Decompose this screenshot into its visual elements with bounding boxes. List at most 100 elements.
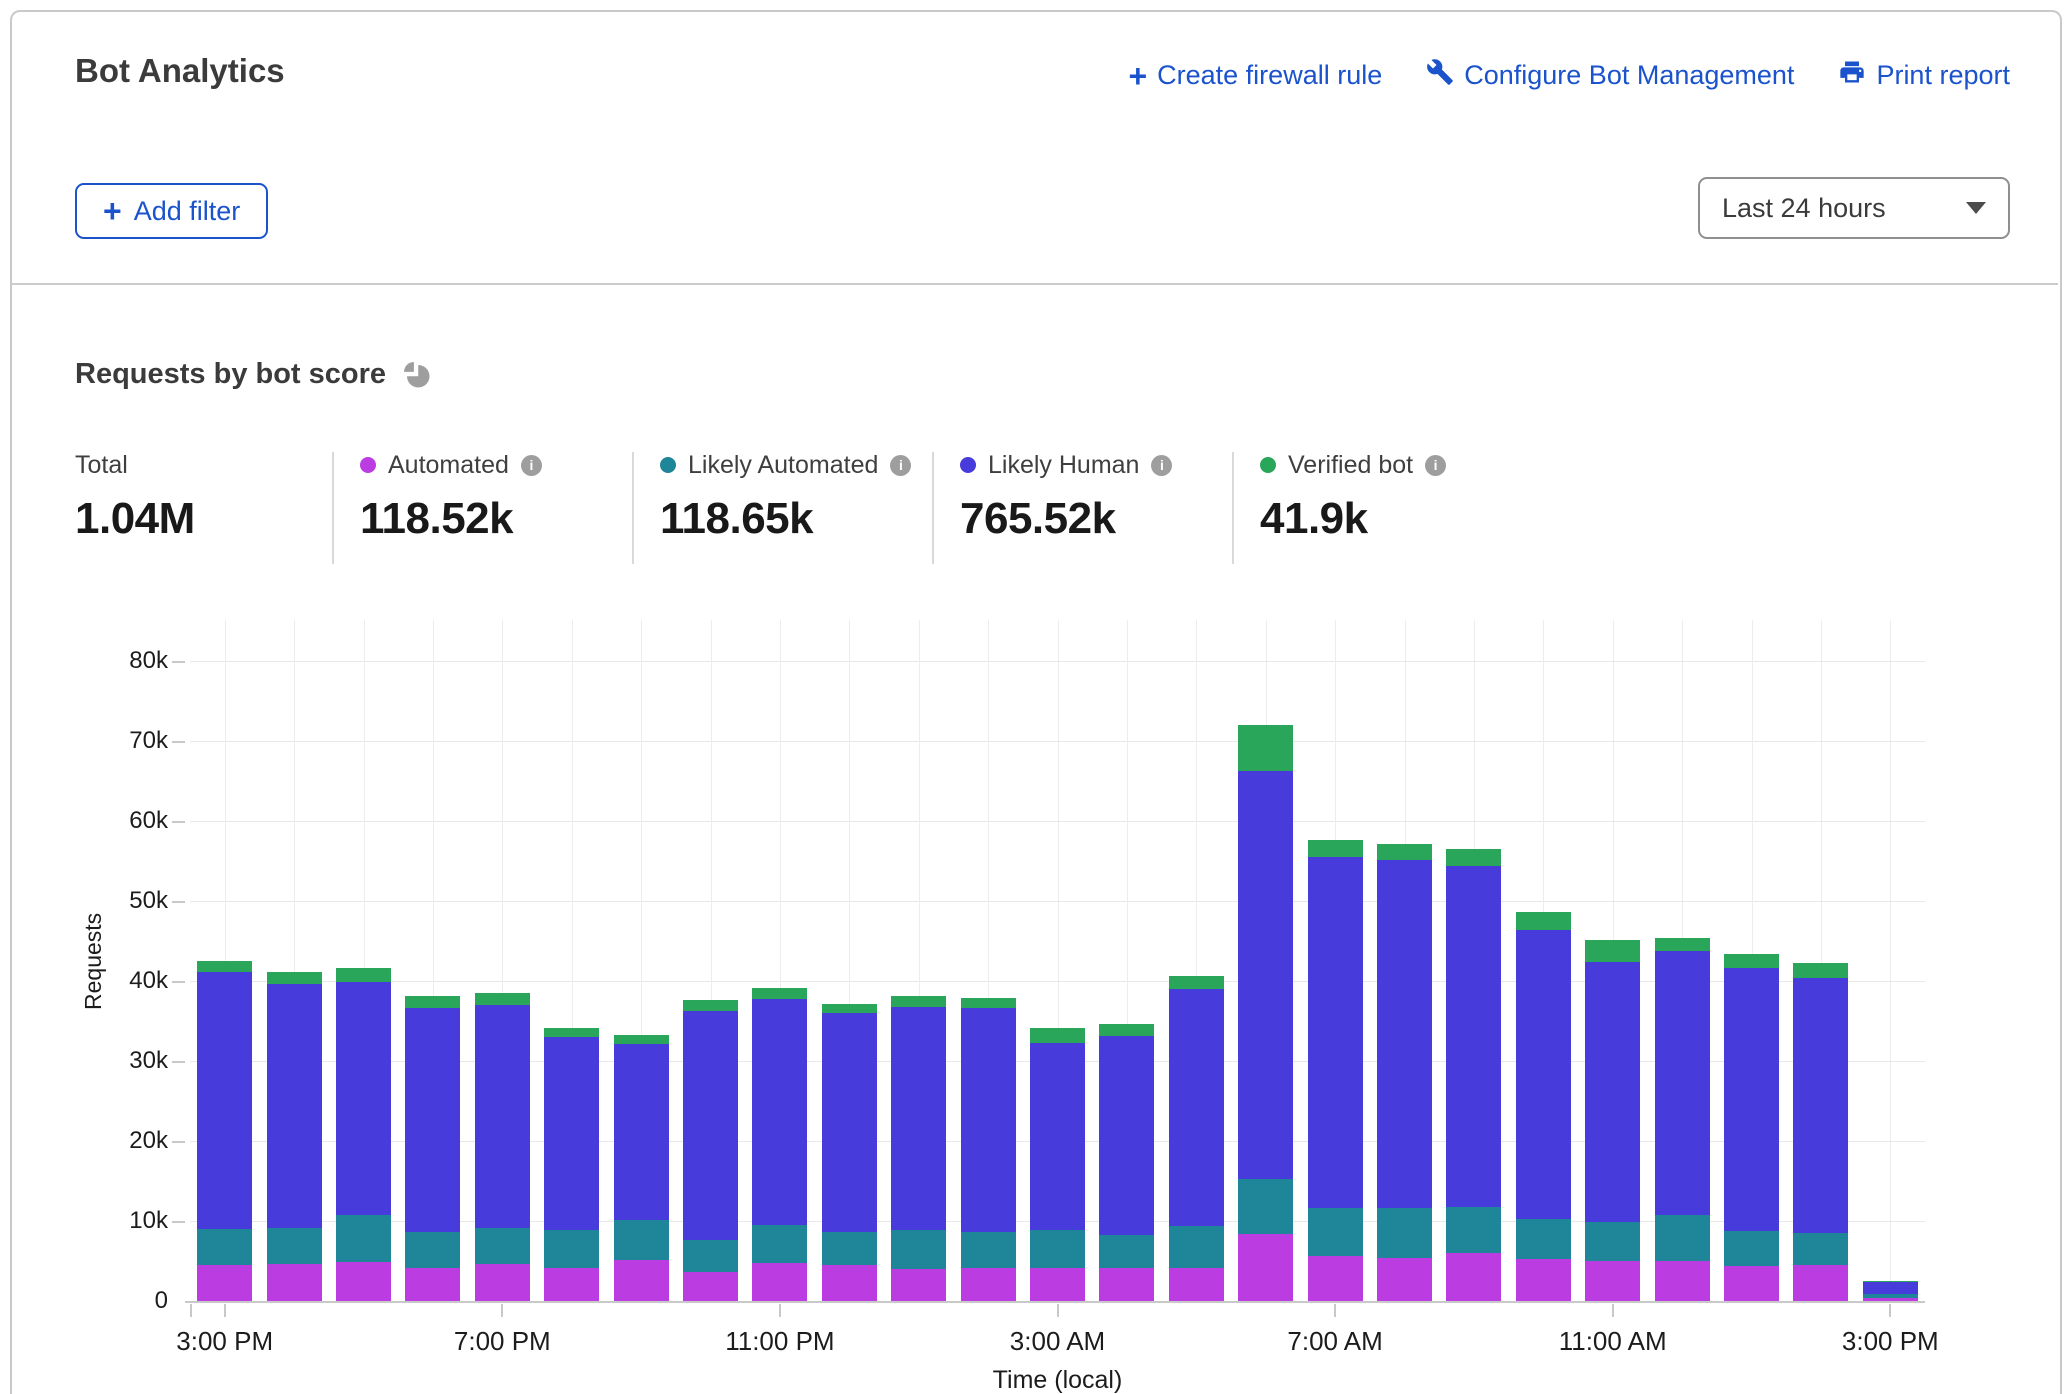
- bar-1200am: [822, 1004, 877, 1302]
- automated-legend-dot: [360, 457, 376, 473]
- bar-segment-automated: [1377, 1258, 1432, 1302]
- info-icon[interactable]: i: [521, 455, 542, 476]
- x-axis-tick: [1057, 1304, 1059, 1317]
- bar-400pm: [267, 972, 322, 1302]
- y-axis-tick: [172, 661, 185, 663]
- section-heading-row: Requests by bot score: [75, 358, 432, 391]
- y-axis-tick: [172, 821, 185, 823]
- x-axis-tick: [1889, 1304, 1891, 1317]
- bar-segment-verified-bot: [1030, 1028, 1085, 1043]
- bar-700am: [1308, 840, 1363, 1302]
- configure-bot-management-label: Configure Bot Management: [1464, 60, 1794, 91]
- gridline-vertical: [1890, 620, 1891, 1302]
- bar-segment-verified-bot: [1238, 725, 1293, 771]
- time-range-select[interactable]: Last 24 hours: [1698, 177, 2010, 239]
- bar-segment-likely-human: [475, 1005, 530, 1227]
- y-axis-tick: [172, 1141, 185, 1143]
- y-axis-tick: [172, 901, 185, 903]
- bar-segment-likely-human: [405, 1008, 460, 1232]
- bar-segment-likely-automated: [1724, 1231, 1779, 1266]
- bar-segment-verified-bot: [1099, 1024, 1154, 1036]
- bar-segment-verified-bot: [1585, 940, 1640, 962]
- bar-segment-likely-human: [1655, 951, 1710, 1215]
- stat-label: Total: [75, 451, 128, 480]
- x-axis-origin-tick: [190, 1304, 192, 1317]
- x-axis-label: 11:00 PM: [725, 1326, 834, 1357]
- bar-segment-likely-human: [1446, 866, 1501, 1207]
- stat-likely-automated: Likely Automated i 118.65k: [660, 450, 911, 544]
- print-report-link[interactable]: Print report: [1838, 58, 2010, 93]
- bar-segment-likely-human: [197, 972, 252, 1230]
- stat-label: Verified bot: [1288, 451, 1413, 480]
- stat-label: Automated: [388, 451, 509, 480]
- x-axis-label: 3:00 AM: [1010, 1326, 1105, 1357]
- bar-segment-likely-human: [336, 982, 391, 1215]
- bar-segment-verified-bot: [1724, 954, 1779, 968]
- bar-segment-likely-human: [1793, 978, 1848, 1233]
- bar-segment-automated: [683, 1272, 738, 1302]
- bar-segment-likely-human: [683, 1011, 738, 1240]
- likely-human-legend-dot: [960, 457, 976, 473]
- bar-1000pm: [683, 1000, 738, 1302]
- x-axis-label: 7:00 PM: [454, 1326, 551, 1357]
- bar-segment-likely-automated: [544, 1230, 599, 1269]
- bar-segment-likely-human: [1099, 1036, 1154, 1235]
- bar-500pm: [336, 968, 391, 1302]
- bar-300pm: [1863, 1281, 1918, 1302]
- stacked-bar-chart: [190, 620, 1925, 1302]
- bar-segment-likely-automated: [1238, 1179, 1293, 1234]
- create-firewall-rule-link[interactable]: + Create firewall rule: [1128, 60, 1382, 92]
- bar-segment-verified-bot: [1446, 849, 1501, 866]
- bar-900pm: [614, 1035, 669, 1302]
- bar-segment-likely-automated: [1516, 1219, 1571, 1259]
- bar-segment-automated: [1099, 1268, 1154, 1302]
- bar-segment-verified-bot: [822, 1004, 877, 1013]
- y-axis-label: 20k: [58, 1127, 168, 1155]
- y-axis-tick: [172, 1061, 185, 1063]
- info-icon[interactable]: i: [1425, 455, 1446, 476]
- bar-1100pm: [752, 988, 807, 1302]
- bar-segment-automated: [961, 1268, 1016, 1302]
- bar-segment-likely-automated: [1377, 1208, 1432, 1258]
- printer-icon: [1838, 58, 1866, 93]
- bar-100pm: [1724, 954, 1779, 1302]
- bar-segment-likely-automated: [475, 1228, 530, 1265]
- bar-segment-automated: [1030, 1268, 1085, 1302]
- bar-900am: [1446, 849, 1501, 1302]
- x-axis-label: 3:00 PM: [1842, 1326, 1939, 1357]
- bar-500am: [1169, 976, 1224, 1302]
- bar-segment-automated: [336, 1262, 391, 1302]
- stats-row: Total 1.04M Automated i 118.52k Likely A…: [0, 450, 2070, 570]
- stat-divider: [1232, 452, 1234, 564]
- bar-segment-automated: [1585, 1261, 1640, 1302]
- info-icon[interactable]: i: [1151, 455, 1172, 476]
- bar-1100am: [1585, 940, 1640, 1302]
- bar-segment-likely-automated: [1099, 1235, 1154, 1268]
- bar-segment-likely-human: [1030, 1043, 1085, 1230]
- bar-segment-likely-human: [1863, 1282, 1918, 1294]
- plus-icon: +: [1128, 60, 1147, 92]
- bar-segment-likely-human: [544, 1037, 599, 1229]
- add-filter-button[interactable]: + Add filter: [75, 183, 268, 239]
- bar-segment-automated: [891, 1269, 946, 1302]
- bar-segment-likely-human: [891, 1007, 946, 1230]
- bar-segment-verified-bot: [752, 988, 807, 998]
- configure-bot-management-link[interactable]: Configure Bot Management: [1426, 58, 1794, 93]
- bar-segment-verified-bot: [336, 968, 391, 982]
- stat-likely-human: Likely Human i 765.52k: [960, 450, 1172, 544]
- bar-segment-likely-automated: [1308, 1208, 1363, 1256]
- stat-value: 1.04M: [75, 494, 195, 544]
- bar-segment-automated: [267, 1264, 322, 1302]
- info-icon[interactable]: i: [890, 455, 911, 476]
- y-axis-label: 50k: [58, 887, 168, 915]
- bar-600pm: [405, 996, 460, 1302]
- x-axis-tick: [224, 1304, 226, 1317]
- bar-segment-likely-automated: [891, 1230, 946, 1270]
- bar-100am: [891, 996, 946, 1302]
- bar-segment-verified-bot: [475, 993, 530, 1005]
- bar-segment-automated: [1238, 1234, 1293, 1302]
- bar-segment-verified-bot: [544, 1028, 599, 1038]
- stat-divider: [932, 452, 934, 564]
- bar-segment-automated: [1308, 1256, 1363, 1302]
- bar-600am: [1238, 725, 1293, 1302]
